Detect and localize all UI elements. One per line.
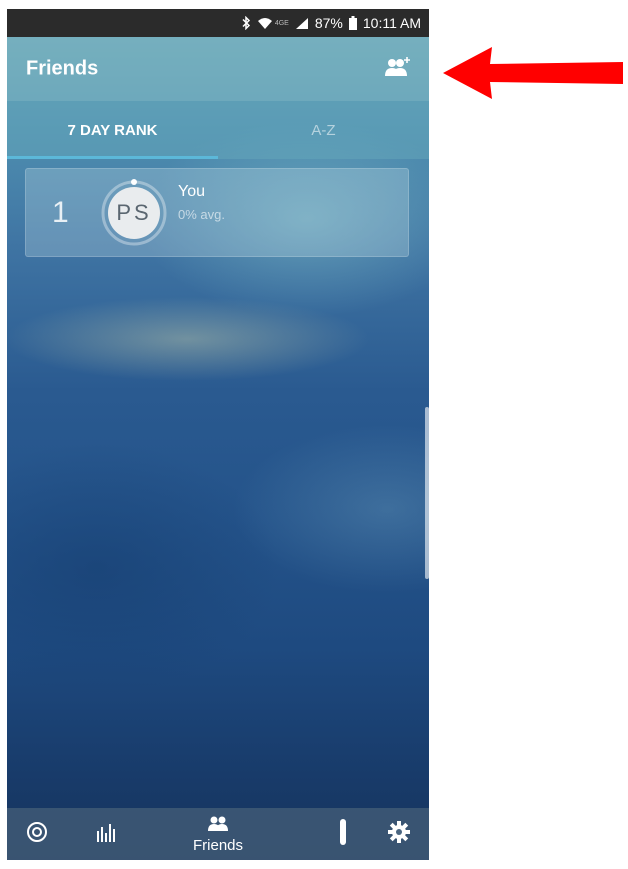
bar-chart-icon xyxy=(96,822,118,847)
activity-ring-icon xyxy=(26,821,48,848)
friends-icon xyxy=(206,815,230,836)
avatar: PS xyxy=(108,187,160,239)
friend-average: 0% avg. xyxy=(178,207,225,222)
nav-stats-tab[interactable] xyxy=(85,808,129,860)
tab-a-z[interactable]: A-Z xyxy=(218,101,429,159)
status-bar: 4GE 87% 10:11 AM xyxy=(7,9,429,37)
wifi-icon xyxy=(257,17,273,30)
add-friend-button[interactable] xyxy=(381,54,415,84)
nav-friends-label: Friends xyxy=(192,836,244,854)
tab-bar: 7 DAY RANK A-Z xyxy=(7,101,429,159)
leaderboard-row[interactable]: 1 PS You 0% avg. xyxy=(25,168,409,257)
tab-label: 7 DAY RANK xyxy=(67,121,158,139)
active-tab-indicator xyxy=(7,156,218,159)
tab-label: A-Z xyxy=(311,121,336,139)
nav-device-tab[interactable] xyxy=(321,808,365,860)
add-friend-icon xyxy=(384,56,412,83)
bluetooth-icon xyxy=(241,16,251,30)
network-type-label: 4GE xyxy=(274,19,289,27)
avatar-progress-ring: PS xyxy=(99,178,169,248)
friend-name: You xyxy=(178,183,205,200)
nav-friends-tab[interactable]: Friends xyxy=(183,808,253,860)
tab-7-day-rank[interactable]: 7 DAY RANK xyxy=(7,101,218,159)
battery-icon xyxy=(348,16,357,30)
battery-percent: 87% xyxy=(314,15,343,31)
nav-activity-tab[interactable] xyxy=(15,808,59,860)
device-icon xyxy=(338,818,348,850)
scrollbar-handle[interactable] xyxy=(425,407,429,579)
clock: 10:11 AM xyxy=(362,15,421,31)
rank-number: 1 xyxy=(52,195,69,229)
signal-icon xyxy=(295,17,309,30)
annotation-arrow xyxy=(443,47,623,99)
gear-icon xyxy=(388,820,410,848)
page-title: Friends xyxy=(26,57,99,80)
nav-settings-tab[interactable] xyxy=(377,808,421,860)
bottom-navigation: Friends xyxy=(7,808,429,860)
app-bar: Friends xyxy=(7,37,429,101)
phone-screen: 4GE 87% 10:11 AM Friends 7 DAY RANK A-Z … xyxy=(7,9,429,860)
page: 4GE 87% 10:11 AM Friends 7 DAY RANK A-Z … xyxy=(0,0,628,869)
